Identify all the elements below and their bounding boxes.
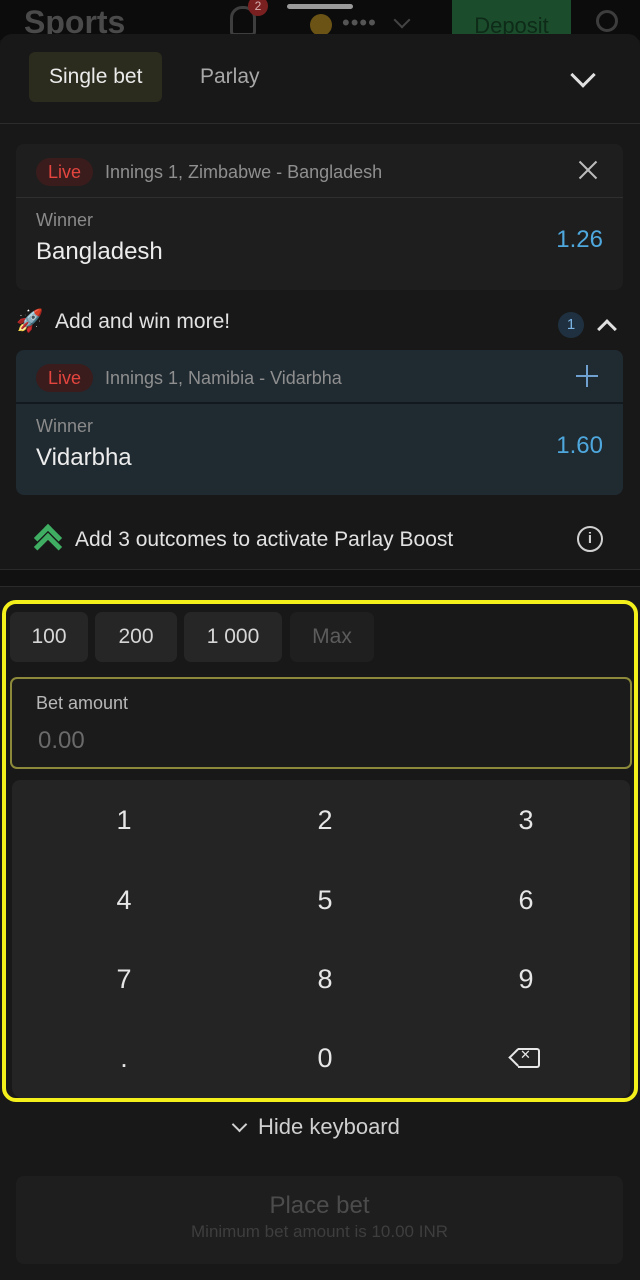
betslip-sheet: Single bet Parlay Live Innings 1, Zimbab… xyxy=(0,34,640,1280)
key-3[interactable]: 3 xyxy=(426,780,626,860)
quick-amount-max[interactable]: Max xyxy=(290,612,374,662)
key-backspace[interactable] xyxy=(426,1018,626,1098)
bet-input-panel: 100 200 1 000 Max Bet amount 0.00 1 2 3 … xyxy=(2,600,638,1102)
bet-amount-field[interactable]: Bet amount 0.00 xyxy=(10,677,632,769)
add-and-win-section[interactable]: 🚀 Add and win more! 1 xyxy=(0,300,640,346)
quick-amount-1000[interactable]: 1 000 xyxy=(184,612,282,662)
parlay-boost-text: Add 3 outcomes to activate Parlay Boost xyxy=(75,528,454,551)
live-badge: Live xyxy=(36,158,94,186)
info-icon[interactable]: i xyxy=(577,526,603,552)
outcome-name: Vidarbha xyxy=(36,444,132,471)
quick-amount-200[interactable]: 200 xyxy=(95,612,177,662)
add-and-win-label: Add and win more! xyxy=(55,310,231,333)
selected-bet-card: Live Innings 1, Zimbabwe - Bangladesh Wi… xyxy=(16,144,623,290)
live-badge: Live xyxy=(36,364,94,392)
place-bet-button[interactable]: Place bet Minimum bet amount is 10.00 IN… xyxy=(16,1176,623,1264)
key-4[interactable]: 4 xyxy=(24,860,224,940)
key-1[interactable]: 1 xyxy=(24,780,224,860)
backspace-icon xyxy=(508,1046,540,1068)
boost-chevrons-icon xyxy=(33,523,63,562)
rocket-icon: 🚀 xyxy=(16,308,44,333)
notification-badge: 2 xyxy=(248,0,268,16)
section-divider xyxy=(0,569,640,587)
outcome-name: Bangladesh xyxy=(36,238,163,265)
hide-keyboard-label: Hide keyboard xyxy=(258,1114,400,1139)
key-2[interactable]: 2 xyxy=(225,780,425,860)
odds-value: 1.60 xyxy=(556,432,603,459)
bet-amount-input[interactable]: 0.00 xyxy=(38,727,85,755)
key-7[interactable]: 7 xyxy=(24,939,224,1019)
chevron-down-icon[interactable] xyxy=(570,62,596,88)
bet-card-header: Live Innings 1, Zimbabwe - Bangladesh xyxy=(16,144,623,198)
currency-coin-icon xyxy=(310,14,332,36)
minimum-bet-note: Minimum bet amount is 10.00 INR xyxy=(191,1222,448,1241)
odds-value: 1.26 xyxy=(556,226,603,253)
bet-card-header: Live Innings 1, Namibia - Vidarbha xyxy=(16,350,623,404)
key-9[interactable]: 9 xyxy=(426,939,626,1019)
chevron-down-icon[interactable] xyxy=(393,11,411,29)
balance-masked[interactable]: •••• xyxy=(342,10,377,36)
parlay-boost-notice: Add 3 outcomes to activate Parlay Boost … xyxy=(16,506,623,572)
key-0[interactable]: 0 xyxy=(225,1018,425,1098)
bet-amount-label: Bet amount xyxy=(36,693,129,713)
search-icon[interactable] xyxy=(596,10,618,32)
market-label: Winner xyxy=(36,210,94,230)
quick-amount-100[interactable]: 100 xyxy=(10,612,88,662)
suggestion-count-badge: 1 xyxy=(558,312,584,338)
event-name: Innings 1, Namibia - Vidarbha xyxy=(105,368,342,388)
tab-parlay[interactable]: Parlay xyxy=(180,52,280,102)
close-icon[interactable] xyxy=(577,159,599,181)
chevron-up-icon[interactable] xyxy=(597,319,617,339)
key-8[interactable]: 8 xyxy=(225,939,425,1019)
suggested-bet-card[interactable]: Live Innings 1, Namibia - Vidarbha Winne… xyxy=(16,350,623,495)
add-icon[interactable] xyxy=(576,365,598,387)
tab-single-bet[interactable]: Single bet xyxy=(29,52,163,102)
betslip-tabs: Single bet Parlay xyxy=(0,34,640,124)
chevron-down-icon xyxy=(231,1116,248,1133)
key-6[interactable]: 6 xyxy=(426,860,626,940)
key-5[interactable]: 5 xyxy=(225,860,425,940)
place-bet-label: Place bet xyxy=(269,1192,370,1219)
market-label: Winner xyxy=(36,416,94,436)
sheet-drag-handle[interactable] xyxy=(287,4,353,9)
key-decimal[interactable]: . xyxy=(24,1018,224,1098)
event-name: Innings 1, Zimbabwe - Bangladesh xyxy=(105,162,383,182)
numeric-keypad: 1 2 3 4 5 6 7 8 9 . 0 xyxy=(12,780,630,1098)
